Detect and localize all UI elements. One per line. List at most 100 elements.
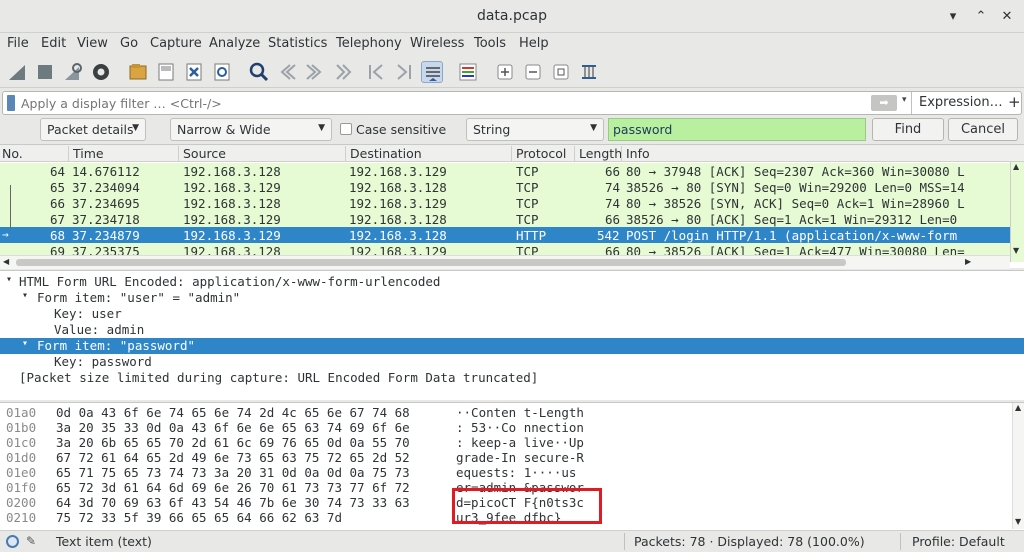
- cell-time: 37.234695: [72, 196, 140, 211]
- normal-size-icon[interactable]: [550, 61, 572, 83]
- apply-filter-arrow-icon[interactable]: ➡: [871, 95, 897, 111]
- character-width-select[interactable]: Narrow & Wide ▼: [170, 118, 332, 141]
- cell-length: 66: [605, 212, 621, 227]
- column-header-destination[interactable]: Destination: [345, 146, 422, 162]
- menu-go[interactable]: Go: [120, 36, 138, 51]
- status-profile[interactable]: Profile: Default: [912, 534, 1005, 549]
- scroll-right-icon[interactable]: ▶: [965, 257, 971, 266]
- column-header-source[interactable]: Source: [178, 146, 226, 162]
- bookmark-icon[interactable]: [7, 95, 15, 111]
- detail-row-selected[interactable]: ▾ Form item: "password": [0, 338, 1024, 354]
- column-header-time[interactable]: Time: [68, 146, 104, 162]
- bytes-ascii: ··Conten t-Length: [456, 405, 584, 420]
- packet-list-horizontal-scrollbar[interactable]: ◀ ▶: [0, 255, 1010, 269]
- last-packet-icon[interactable]: [393, 61, 415, 83]
- menu-tools[interactable]: Tools: [474, 36, 506, 51]
- display-filter-input[interactable]: [21, 94, 861, 112]
- packet-list-scrollbar[interactable]: ▲ ▼: [1010, 162, 1024, 262]
- menu-edit[interactable]: Edit: [41, 36, 66, 51]
- collapse-arrow-icon[interactable]: ▾: [22, 338, 28, 349]
- maximize-icon[interactable]: ⌃: [972, 8, 990, 26]
- status-bar: ✎ Text item (text) Packets: 78 · Display…: [0, 530, 1024, 552]
- go-forward-icon[interactable]: [304, 61, 326, 83]
- capture-options-gear-icon[interactable]: [90, 61, 112, 83]
- packet-row[interactable]: 65 37.234094 192.168.3.129 192.168.3.128…: [0, 179, 1010, 195]
- collapse-arrow-icon[interactable]: ▾: [22, 290, 28, 301]
- bytes-hex: 67 72 61 64 65 2d 49 6e 73 65 63 75 72 6…: [56, 450, 410, 465]
- go-back-icon[interactable]: [276, 61, 298, 83]
- edit-comment-icon[interactable]: ✎: [26, 534, 36, 548]
- stop-capture-icon[interactable]: [34, 61, 56, 83]
- close-file-icon[interactable]: [183, 61, 205, 83]
- shark-fin-start-icon[interactable]: [6, 61, 28, 83]
- column-header-info[interactable]: Info: [621, 146, 650, 162]
- expert-info-icon[interactable]: [6, 535, 19, 548]
- menu-help[interactable]: Help: [519, 36, 549, 51]
- add-filter-button[interactable]: +: [1008, 93, 1021, 111]
- case-sensitive-label: Case sensitive: [356, 122, 447, 137]
- menu-telephony[interactable]: Telephony: [336, 36, 402, 51]
- scroll-up-icon[interactable]: ▲: [1015, 403, 1021, 412]
- search-in-value: Packet details: [47, 122, 134, 137]
- cell-info: 38526 → 80 [SYN] Seq=0 Win=29200 Len=0 M…: [626, 180, 965, 195]
- resize-columns-icon[interactable]: [578, 61, 600, 83]
- restart-capture-icon[interactable]: [62, 61, 84, 83]
- detail-row[interactable]: Value: admin: [0, 322, 1024, 338]
- menu-view[interactable]: View: [77, 36, 108, 51]
- colorize-icon[interactable]: [457, 61, 479, 83]
- column-header-length[interactable]: Length: [574, 146, 622, 162]
- zoom-in-icon[interactable]: [494, 61, 516, 83]
- column-header-no[interactable]: No.: [0, 146, 23, 162]
- menu-statistics[interactable]: Statistics: [268, 36, 327, 51]
- detail-row[interactable]: Key: user: [0, 306, 1024, 322]
- packet-row[interactable]: 64 14.676112 192.168.3.128 192.168.3.129…: [0, 163, 1010, 179]
- menu-capture[interactable]: Capture: [150, 36, 202, 51]
- detail-row[interactable]: ▾ HTML Form URL Encoded: application/x-w…: [0, 274, 1024, 290]
- detail-row[interactable]: ▾ Form item: "user" = "admin": [0, 290, 1024, 306]
- detail-text: Form item: "user" = "admin": [37, 290, 241, 305]
- packet-row[interactable]: 66 37.234695 192.168.3.128 192.168.3.129…: [0, 195, 1010, 211]
- scroll-thumb[interactable]: [16, 259, 846, 266]
- collapse-arrow-icon[interactable]: ▾: [6, 274, 12, 285]
- search-type-select[interactable]: String ▼: [466, 118, 604, 141]
- reload-file-icon[interactable]: [211, 61, 233, 83]
- detail-text: Form item: "password": [37, 338, 196, 353]
- zoom-out-icon[interactable]: [522, 61, 544, 83]
- packet-row[interactable]: 67 37.234718 192.168.3.129 192.168.3.128…: [0, 211, 1010, 227]
- menu-wireless[interactable]: Wireless: [410, 36, 464, 51]
- open-file-icon[interactable]: [127, 61, 149, 83]
- minimize-icon[interactable]: ▾: [944, 8, 962, 26]
- bytes-offset: 01a0: [6, 405, 37, 420]
- filter-history-dropdown-icon[interactable]: ▾: [902, 95, 907, 105]
- expression-button[interactable]: Expression…: [919, 95, 1003, 110]
- first-packet-icon[interactable]: [365, 61, 387, 83]
- packet-row-selected[interactable]: → 68 37.234879 192.168.3.129 192.168.3.1…: [0, 227, 1010, 243]
- find-button[interactable]: Find: [872, 118, 944, 141]
- detail-row[interactable]: Key: password: [0, 354, 1024, 370]
- case-sensitive-checkbox[interactable]: [340, 123, 352, 135]
- go-to-packet-icon[interactable]: [332, 61, 354, 83]
- search-in-select[interactable]: Packet details ▼: [40, 118, 146, 141]
- scroll-left-icon[interactable]: ◀: [3, 257, 9, 266]
- menu-bar: File Edit View Go Capture Analyze Statis…: [0, 33, 1024, 55]
- cell-length: 74: [605, 196, 621, 211]
- find-packet-search-icon[interactable]: [248, 61, 270, 83]
- scroll-down-icon[interactable]: ▼: [1015, 517, 1021, 526]
- scroll-up-icon[interactable]: ▲: [1013, 162, 1019, 171]
- bytes-offset: 01b0: [6, 420, 37, 435]
- column-header-protocol[interactable]: Protocol: [511, 146, 566, 162]
- save-file-icon[interactable]: [155, 61, 177, 83]
- close-icon[interactable]: ✕: [998, 8, 1016, 26]
- main-toolbar: [0, 55, 1024, 88]
- menu-analyze[interactable]: Analyze: [209, 36, 260, 51]
- detail-row[interactable]: [Packet size limited during capture: URL…: [0, 370, 1024, 386]
- cancel-button[interactable]: Cancel: [948, 118, 1018, 141]
- autoscroll-icon[interactable]: [421, 61, 443, 83]
- search-string-input[interactable]: password: [608, 118, 866, 141]
- bytes-scrollbar[interactable]: ▲ ▼: [1012, 403, 1024, 529]
- scroll-down-icon[interactable]: ▼: [1013, 246, 1019, 255]
- bytes-offset: 0210: [6, 510, 37, 525]
- cell-info: 38526 → 80 [ACK] Seq=1 Ack=1 Win=29312 L…: [626, 212, 958, 227]
- menu-file[interactable]: File: [7, 36, 29, 51]
- status-item-text: Text item (text): [56, 534, 152, 549]
